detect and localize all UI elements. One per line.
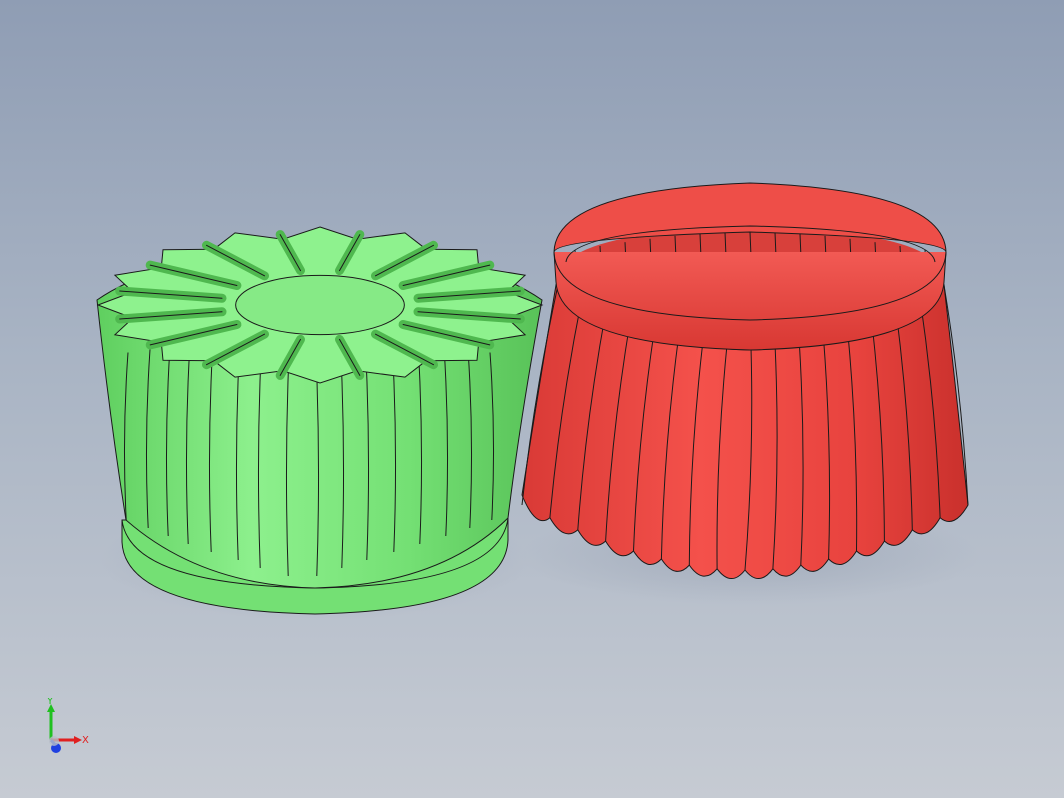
x-axis-label: X [82, 735, 89, 746]
axis-triad: Y X [46, 698, 89, 753]
green-fluted-part[interactable] [96, 226, 544, 620]
red-fluted-part[interactable] [520, 182, 980, 605]
graphics-viewport[interactable]: Y X [0, 0, 1064, 798]
green-hub [235, 274, 405, 336]
y-axis-label: Y [46, 698, 54, 707]
3d-scene[interactable] [0, 0, 1064, 798]
